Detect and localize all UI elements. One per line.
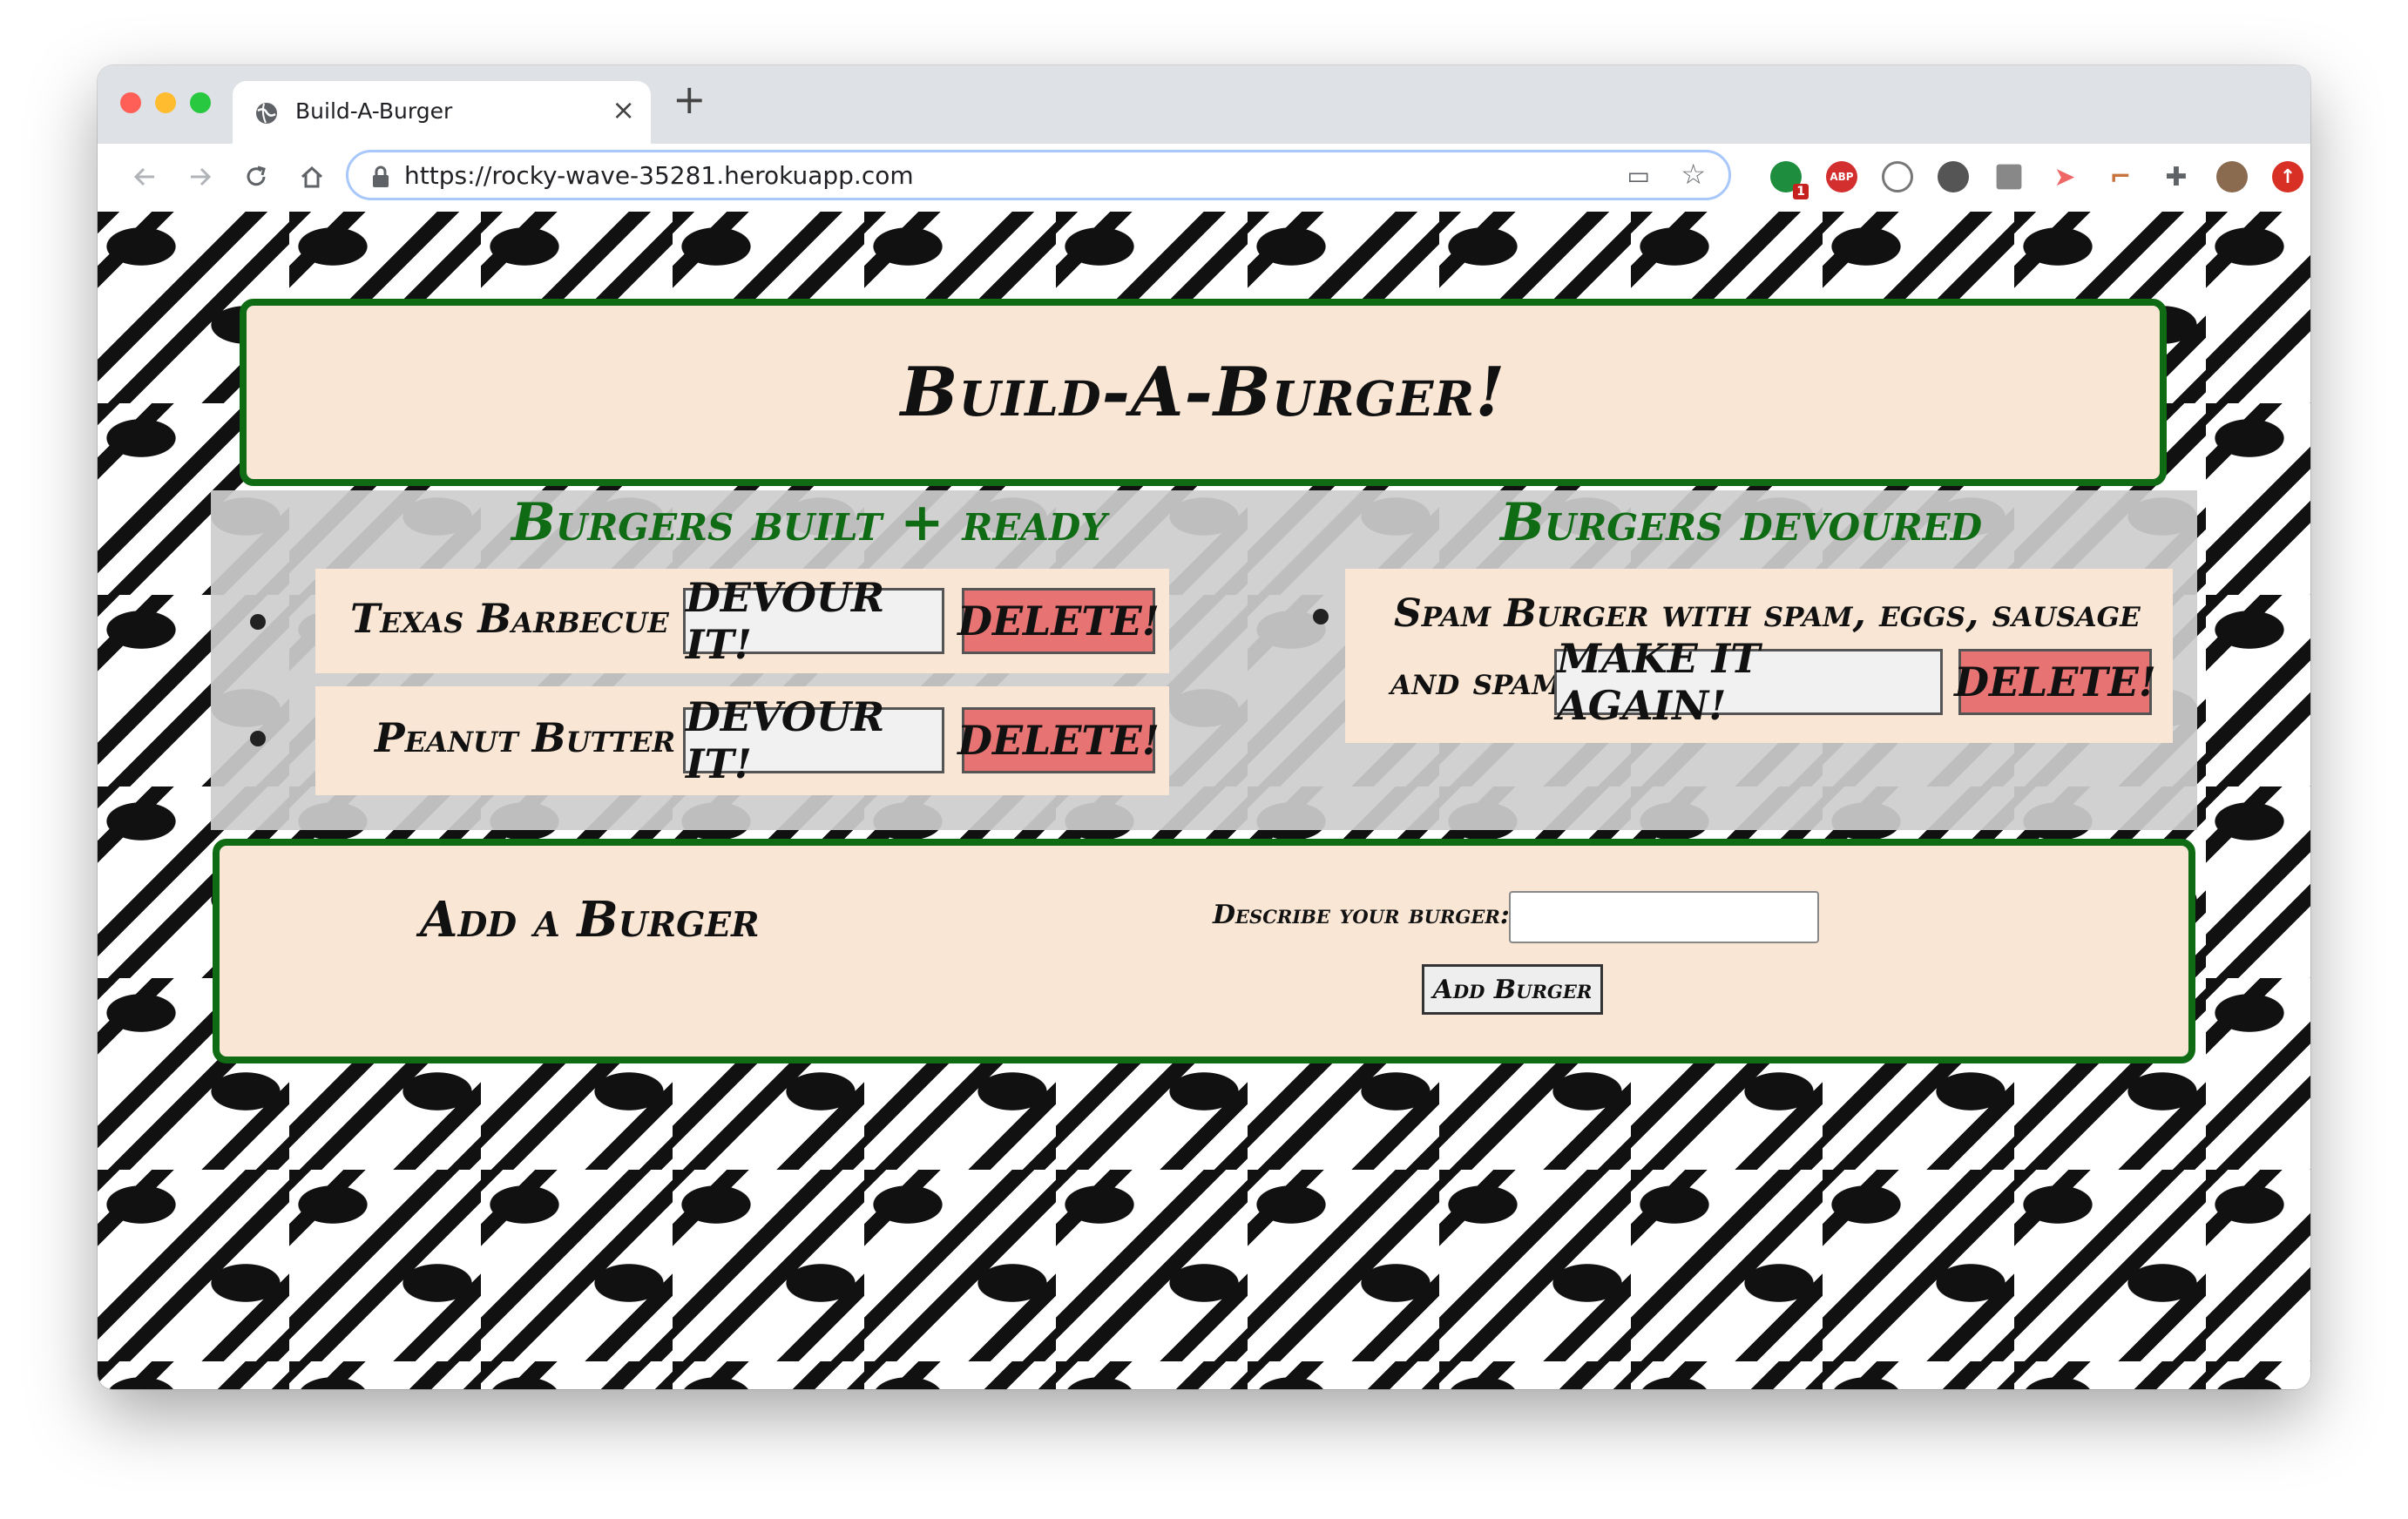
extension-ring-icon[interactable]: [1882, 161, 1913, 192]
browser-toolbar: https://rocky-wave-35281.herokuapp.com ▭…: [98, 144, 2310, 213]
lock-icon: [373, 165, 389, 187]
maximize-window-button[interactable]: [190, 92, 211, 113]
tab-title: Build-A-Burger: [295, 98, 453, 124]
extension-tool-icon[interactable]: ⌐: [2105, 161, 2136, 192]
url-text[interactable]: https://rocky-wave-35281.herokuapp.com: [404, 161, 914, 190]
new-tab-button[interactable]: +: [673, 79, 707, 119]
update-icon[interactable]: ↑: [2272, 161, 2303, 192]
back-arrow-icon[interactable]: [124, 156, 166, 198]
extension-dark-icon[interactable]: [1938, 161, 1969, 192]
burger-name: Peanut Butter: [375, 714, 676, 761]
reload-icon[interactable]: [235, 156, 277, 198]
describe-burger-label: Describe your burger:: [1213, 900, 1510, 930]
adblock-icon[interactable]: ABP: [1826, 161, 1857, 192]
delete-button[interactable]: DELETE!: [957, 707, 1160, 773]
devour-button[interactable]: DEVOUR IT!: [683, 574, 944, 668]
page-title: Build-A-Burger!: [900, 353, 1506, 432]
home-icon[interactable]: [291, 156, 333, 198]
list-bullet: [250, 731, 266, 746]
delete-button[interactable]: DELETE!: [957, 588, 1160, 654]
forward-arrow-icon[interactable]: [179, 156, 221, 198]
install-app-icon[interactable]: ▭: [1627, 161, 1650, 190]
extension-green-icon[interactable]: 1: [1770, 161, 1809, 199]
avatar[interactable]: [2216, 161, 2248, 192]
list-item: Peanut Butter DEVOUR IT! DELETE!: [315, 686, 1169, 795]
drive-icon[interactable]: [1996, 164, 2022, 190]
close-window-button[interactable]: [120, 92, 141, 113]
add-burger-title: Add a Burger: [420, 891, 760, 949]
address-bar[interactable]: https://rocky-wave-35281.herokuapp.com ▭…: [346, 150, 1731, 200]
burger-description-input[interactable]: [1509, 891, 1819, 943]
burger-name-continued: and spam: [1390, 659, 1562, 704]
extension-arrow-icon[interactable]: ➤: [2049, 161, 2080, 192]
list-bullet: [250, 614, 266, 630]
minimize-window-button[interactable]: [155, 92, 176, 113]
extension-badge: 1: [1793, 184, 1809, 199]
devoured-column-title: Burgers devoured: [1500, 492, 1983, 553]
add-burger-button[interactable]: Add Burger: [1422, 964, 1603, 1015]
burger-lists-section: Burgers built + ready Burgers devoured T…: [211, 490, 2197, 830]
globe-icon: [256, 103, 277, 124]
tab-bar: Build-A-Burger × +: [98, 65, 2310, 144]
make-again-button[interactable]: MAKE IT AGAIN!: [1554, 635, 1943, 729]
devour-button[interactable]: DEVOUR IT!: [683, 693, 944, 787]
tab-close-icon[interactable]: ×: [612, 93, 635, 126]
ready-column-title: Burgers built + ready: [511, 492, 1107, 553]
list-item: Texas Barbecue DEVOUR IT! DELETE!: [315, 569, 1169, 673]
page-content: Build-A-Burger! Burgers built + ready Bu…: [98, 212, 2310, 1389]
browser-window: Build-A-Burger × + https://rocky-wave-35…: [98, 65, 2310, 1389]
bookmark-star-icon[interactable]: ☆: [1681, 158, 1706, 191]
delete-button[interactable]: DELETE!: [1954, 649, 2156, 715]
burger-name: Spam Burger with spam, eggs, sausage: [1394, 591, 2141, 636]
header-banner: Build-A-Burger!: [240, 299, 2167, 486]
browser-tab[interactable]: Build-A-Burger ×: [233, 81, 651, 144]
add-burger-panel: Add a Burger Describe your burger: Add B…: [213, 839, 2195, 1063]
list-item: Spam Burger with spam, eggs, sausage and…: [1310, 569, 2173, 743]
burger-name: Texas Barbecue: [350, 595, 669, 642]
puzzle-icon[interactable]: ✚: [2161, 161, 2192, 192]
